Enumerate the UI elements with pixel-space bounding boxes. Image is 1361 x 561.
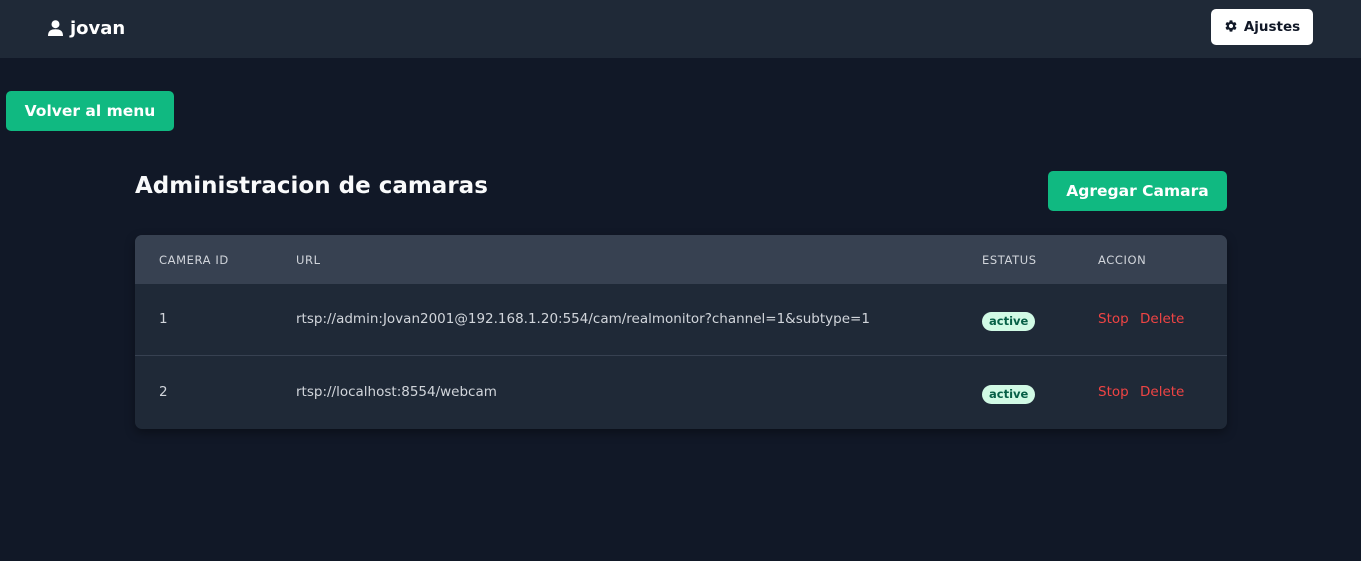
delete-button[interactable]: Delete [1140,384,1184,400]
column-header-url: URL [296,253,321,267]
table-row: 1 rtsp://admin:Jovan2001@192.168.1.20:55… [135,284,1227,356]
gear-icon [1224,19,1238,33]
camera-id: 1 [159,311,168,327]
column-header-action: ACCION [1098,253,1147,267]
column-header-camera-id: CAMERA ID [159,253,229,267]
settings-label: Ajustes [1243,19,1301,35]
add-camera-button[interactable]: Agregar Camara [1048,171,1227,211]
stop-button[interactable]: Stop [1098,384,1129,400]
status-badge: active [982,312,1036,331]
user-info: jovan [48,17,125,39]
camera-url: rtsp://admin:Jovan2001@192.168.1.20:554/… [296,311,870,327]
column-header-status: ESTATUS [982,253,1037,267]
page-title: Administracion de camaras [135,173,488,199]
camera-url: rtsp://localhost:8554/webcam [296,384,497,400]
delete-button[interactable]: Delete [1140,311,1184,327]
user-icon [48,20,63,36]
top-navbar: jovan Ajustes [0,0,1361,59]
status-badge: active [982,385,1036,404]
back-to-menu-button[interactable]: Volver al menu [6,91,174,131]
table-row: 2 rtsp://localhost:8554/webcam active St… [135,357,1227,429]
table-header: CAMERA ID URL ESTATUS ACCION [135,235,1227,284]
stop-button[interactable]: Stop [1098,311,1129,327]
camera-id: 2 [159,384,168,400]
username: jovan [70,17,126,39]
settings-button[interactable]: Ajustes [1211,9,1313,45]
cameras-table: CAMERA ID URL ESTATUS ACCION 1 rtsp://ad… [135,235,1227,429]
